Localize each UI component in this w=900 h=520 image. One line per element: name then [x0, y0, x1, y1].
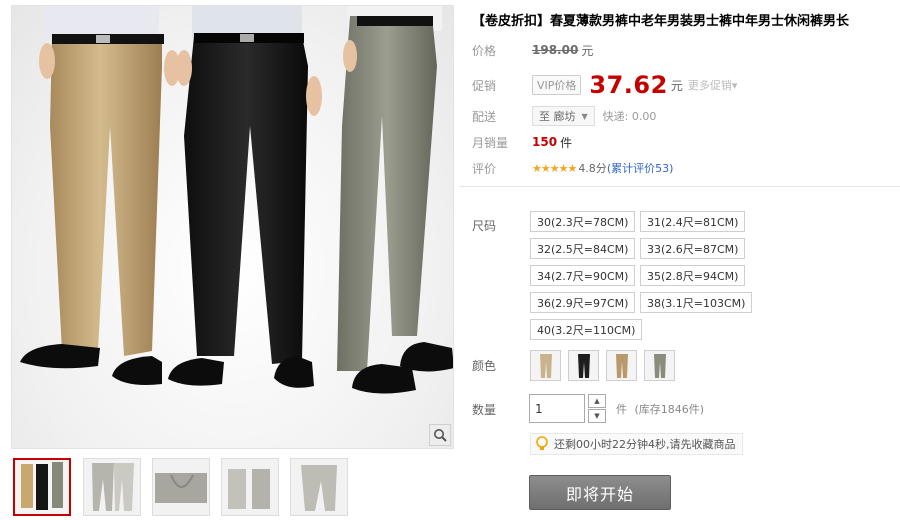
color-label: 颜色 — [472, 359, 497, 373]
pants-swatch-icon — [577, 353, 590, 378]
countdown-text: 还剩00小时22分钟4秒,请先收藏商品 — [554, 438, 736, 451]
zoom-button[interactable] — [429, 424, 451, 446]
thumbnail-grey-pocket[interactable] — [152, 458, 210, 516]
thumbnail-image — [222, 459, 278, 515]
thumbnail-image — [153, 459, 209, 515]
monthly-sales-label: 月销量 — [472, 135, 509, 150]
chevron-up-icon: ▲ — [594, 397, 600, 405]
size-option[interactable]: 34(2.7尺=90CM) — [530, 265, 636, 286]
size-option[interactable]: 31(2.4尺=81CM) — [640, 211, 746, 232]
size-option[interactable]: 38(3.1尺=103CM) — [640, 292, 753, 313]
delivery-location: 至 廊坊 — [539, 110, 576, 123]
size-option[interactable]: 30(2.3尺=78CM) — [530, 211, 636, 232]
pants-swatch-icon — [539, 353, 552, 378]
star-rating-icon: ★★★★★ — [532, 161, 577, 175]
thumbnail-strip — [13, 458, 453, 518]
size-option[interactable]: 35(2.8尺=94CM) — [640, 265, 746, 286]
product-title: 【卷皮折扣】春夏薄款男裤中老年男装男士裤中年男士休闲裤男长 — [472, 14, 850, 29]
monthly-sales-value: 150 — [532, 135, 558, 149]
active-thumb-indicator — [42, 458, 52, 460]
more-promo-link[interactable]: 更多促销▾ — [688, 77, 738, 93]
size-option[interactable]: 32(2.5尺=84CM) — [530, 238, 636, 259]
lightbulb-icon — [536, 436, 548, 450]
size-option[interactable]: 33(2.6尺=87CM) — [640, 238, 746, 259]
pants-illustration — [20, 6, 453, 394]
delivery-location-select[interactable]: 至 廊坊 ▼ — [532, 106, 595, 126]
quantity-input[interactable] — [529, 394, 585, 423]
pants-swatch-icon — [615, 353, 628, 378]
promo-price: 37.62 — [589, 71, 668, 99]
promo-label: 促销 — [472, 78, 497, 93]
monthly-sales-unit: 件 — [560, 135, 573, 150]
size-option[interactable]: 36(2.9尺=97CM) — [530, 292, 636, 313]
color-option-black[interactable] — [568, 350, 599, 381]
chevron-down-icon: ▼ — [594, 412, 600, 420]
delivery-label: 配送 — [472, 109, 497, 124]
vip-price-tag: VIP价格 — [532, 75, 582, 95]
size-option[interactable]: 40(3.2尺=110CM) — [530, 319, 643, 340]
color-option-tan[interactable] — [606, 350, 637, 381]
delivery-row: 配送 至 廊坊 ▼ 快递: 0.00 — [460, 104, 900, 128]
thumbnail-image — [15, 460, 69, 514]
quantity-label: 数量 — [472, 403, 497, 417]
quantity-decrement-button[interactable]: ▼ — [588, 409, 606, 423]
price-label: 价格 — [472, 43, 497, 58]
rating-score: 4.8分 — [578, 162, 607, 175]
review-count-link[interactable]: (累计评价53) — [607, 160, 674, 176]
original-price-row: 价格 198.00 元 — [460, 38, 900, 62]
promo-price-currency: 元 — [670, 78, 683, 93]
stock-count: (库存1846件) — [634, 403, 705, 416]
thumbnail-image — [84, 459, 140, 515]
quantity-unit: 件 — [616, 403, 627, 416]
original-price: 198.00 — [532, 43, 579, 57]
monthly-sales-row: 月销量 150 件 — [460, 130, 900, 154]
thumbnail-grey-legs[interactable] — [221, 458, 279, 516]
thumbnail-grey-side[interactable] — [290, 458, 348, 516]
shipping-fee: 快递: 0.00 — [602, 110, 657, 123]
sku-selection-panel: 尺码 30(2.3尺=78CM) 31(2.4尺=81CM) 32(2.5尺=8… — [460, 186, 900, 520]
stock-info: 件 (库存1846件) — [616, 401, 704, 417]
rating-label: 评价 — [472, 161, 497, 176]
magnifier-icon — [434, 429, 447, 442]
promo-price-row: 促销 VIP价格 37.62 元 更多促销▾ — [460, 68, 900, 102]
size-label: 尺码 — [472, 219, 497, 233]
chevron-down-icon: ▼ — [581, 111, 588, 121]
thumbnail-image — [291, 459, 347, 515]
rating-row: 评价 ★★★★★ 4.8分 (累计评价53) — [460, 156, 900, 180]
pants-swatch-icon — [653, 353, 666, 378]
original-price-currency: 元 — [581, 43, 594, 58]
thumbnail-trio[interactable] — [13, 458, 71, 516]
thumbnail-grey-front[interactable] — [83, 458, 141, 516]
coming-soon-button[interactable]: 即将开始 — [529, 475, 671, 510]
main-product-image[interactable] — [11, 5, 454, 449]
color-option-grey[interactable] — [644, 350, 675, 381]
countdown-notice: 还剩00小时22分钟4秒,请先收藏商品 — [530, 433, 743, 455]
quantity-increment-button[interactable]: ▲ — [588, 394, 606, 408]
color-option-khaki[interactable] — [530, 350, 561, 381]
